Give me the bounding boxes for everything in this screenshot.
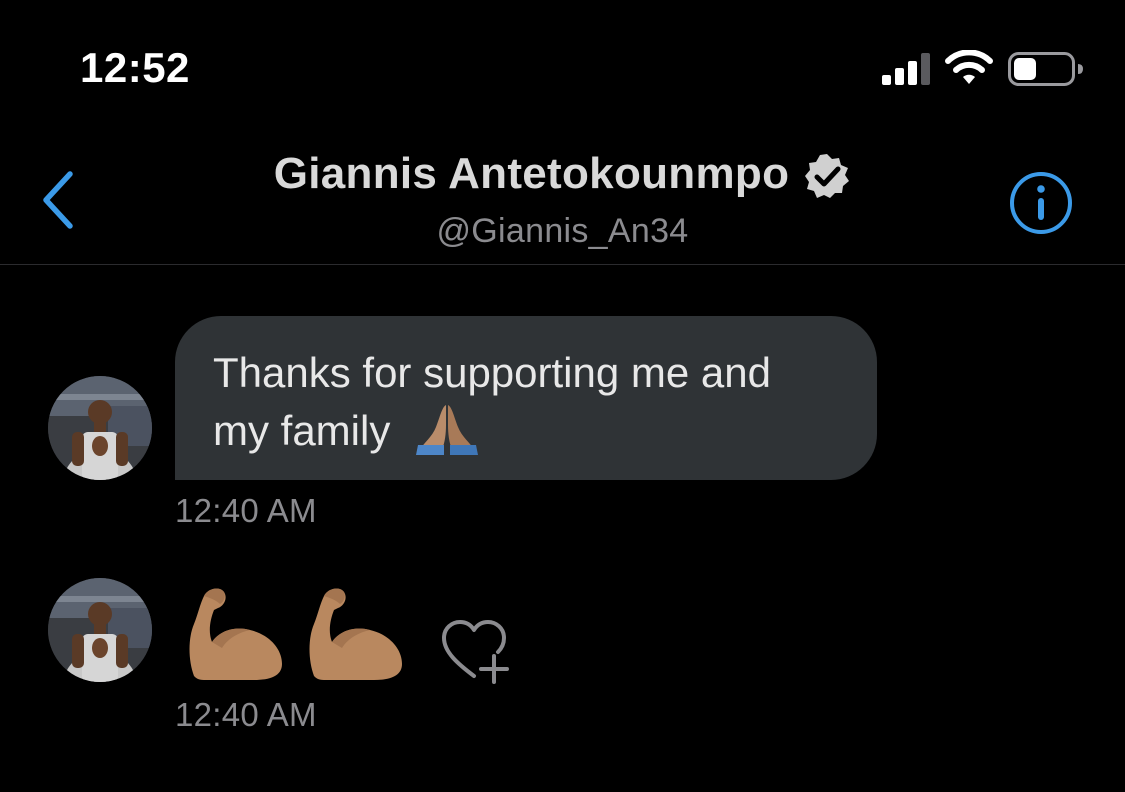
verified-badge-icon bbox=[805, 154, 850, 198]
contact-avatar[interactable] bbox=[48, 376, 152, 480]
avatar-photo bbox=[48, 376, 152, 480]
cellular-signal-icon bbox=[882, 53, 930, 85]
message-bubble[interactable]: Thanks for supporting me and my family bbox=[175, 316, 877, 480]
info-button[interactable] bbox=[1008, 170, 1074, 236]
contact-avatar[interactable] bbox=[48, 578, 152, 682]
header-divider bbox=[0, 264, 1125, 265]
flexed-biceps-emoji bbox=[189, 588, 282, 680]
flexed-biceps-emoji bbox=[309, 588, 402, 680]
dm-conversation-screen: 12:52 Giannis Antetokounmpo @Giannis_An3… bbox=[0, 0, 1125, 792]
folded-hands-emoji bbox=[416, 405, 479, 455]
message-text-line: Thanks for supporting me and bbox=[213, 349, 771, 396]
status-time: 12:52 bbox=[80, 44, 190, 91]
wifi-icon bbox=[945, 50, 993, 84]
avatar-photo bbox=[48, 578, 152, 682]
conversation-header: Giannis Antetokounmpo @Giannis_An34 bbox=[0, 130, 1125, 265]
status-bar: 12:52 bbox=[0, 0, 1125, 130]
conversation-title[interactable]: Giannis Antetokounmpo @Giannis_An34 bbox=[0, 148, 1125, 251]
battery-icon bbox=[1008, 52, 1083, 86]
message-text-line: my family bbox=[213, 407, 391, 454]
contact-handle: @Giannis_An34 bbox=[436, 212, 689, 250]
message-timestamp: 12:40 AM bbox=[175, 492, 317, 529]
heart-plus-icon[interactable] bbox=[436, 616, 514, 684]
contact-name: Giannis Antetokounmpo bbox=[273, 149, 790, 198]
message-timestamp: 12:40 AM bbox=[175, 696, 317, 733]
